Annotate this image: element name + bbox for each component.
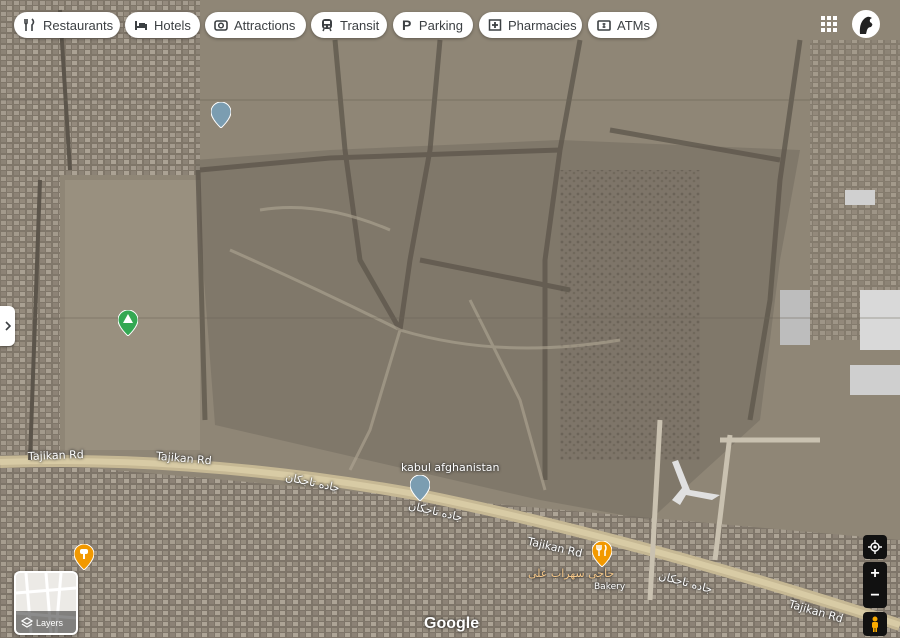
chip-label: Transit bbox=[340, 17, 380, 33]
train-icon bbox=[320, 18, 334, 32]
mosque-pin-kabul-icon[interactable] bbox=[410, 475, 430, 501]
chip-restaurants[interactable]: Restaurants bbox=[14, 12, 120, 38]
atm-icon bbox=[597, 18, 611, 32]
parking-icon: P bbox=[402, 17, 412, 33]
layers-label: Layers bbox=[36, 618, 64, 628]
park-pin-icon[interactable] bbox=[118, 310, 138, 336]
profile-silhouette-icon bbox=[854, 12, 878, 36]
pegman-button[interactable] bbox=[863, 612, 887, 636]
chip-label: Pharmacies bbox=[508, 17, 577, 33]
apps-grid-icon[interactable] bbox=[821, 16, 837, 32]
pegman-icon bbox=[872, 616, 878, 632]
crosshair-icon bbox=[868, 540, 882, 554]
mosque-pin-icon[interactable] bbox=[211, 102, 231, 128]
chip-label: Attractions bbox=[234, 17, 296, 33]
account-avatar[interactable] bbox=[852, 10, 880, 38]
chip-label: Restaurants bbox=[43, 17, 114, 33]
chip-transit[interactable]: Transit bbox=[311, 12, 387, 38]
google-logo: Google bbox=[424, 615, 480, 632]
zoom-in-button[interactable]: + bbox=[870, 563, 879, 585]
zoom-out-button[interactable]: − bbox=[870, 585, 879, 607]
chevron-right-icon bbox=[4, 321, 11, 331]
my-location-button[interactable] bbox=[863, 535, 887, 559]
expand-side-panel-button[interactable] bbox=[0, 306, 15, 346]
chip-attractions[interactable]: Attractions bbox=[205, 12, 306, 38]
chip-hotels[interactable]: Hotels bbox=[125, 12, 200, 38]
zoom-controls: + − bbox=[863, 562, 887, 608]
bakery-pin-icon[interactable] bbox=[592, 541, 612, 567]
chip-label: ATMs bbox=[617, 17, 650, 33]
bed-icon bbox=[134, 18, 148, 32]
chip-pharmacies[interactable]: Pharmacies bbox=[479, 12, 582, 38]
pharmacy-icon bbox=[488, 18, 502, 32]
chip-label: Hotels bbox=[154, 17, 191, 33]
fork-knife-icon bbox=[23, 18, 37, 32]
chip-label: Parking bbox=[418, 17, 463, 33]
restaurant-pin-icon[interactable] bbox=[74, 544, 94, 570]
camera-icon bbox=[214, 18, 228, 32]
chip-parking[interactable]: P Parking bbox=[393, 12, 473, 38]
layers-button[interactable]: Layers bbox=[14, 571, 78, 635]
chip-atms[interactable]: ATMs bbox=[588, 12, 657, 38]
layers-icon bbox=[21, 617, 33, 628]
